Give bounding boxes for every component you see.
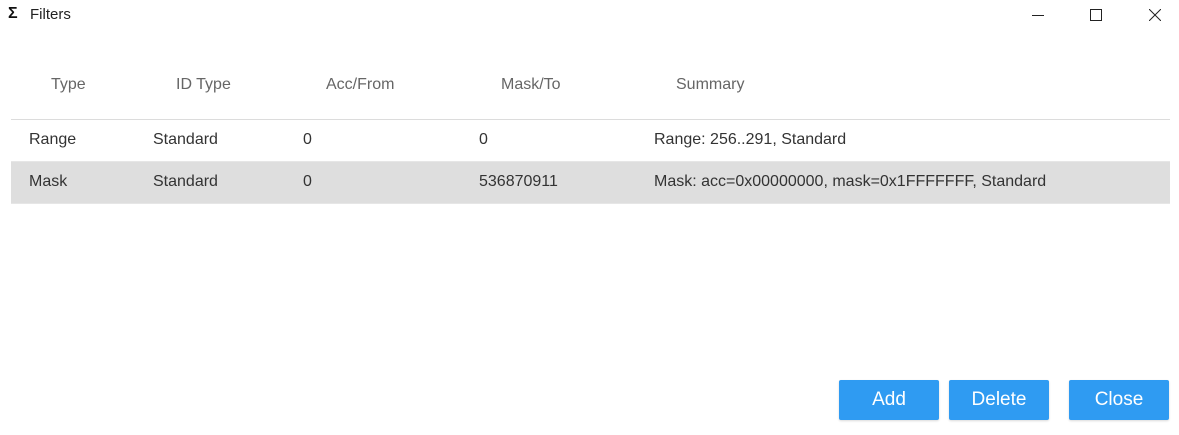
add-button[interactable]: Add [839,380,939,420]
maximize-button[interactable] [1067,0,1125,30]
maximize-icon [1090,9,1102,21]
cell-type: Range [29,131,77,148]
cell-id-type: Standard [153,131,218,148]
window-close-button[interactable] [1126,0,1179,30]
delete-button[interactable]: Delete [949,380,1049,420]
cell-mask-to: 536870911 [479,173,558,190]
table-row[interactable]: Range Standard 0 0 Range: 256..291, Stan… [11,120,1170,162]
cell-id-type: Standard [153,173,218,190]
filters-table: Type ID Type Acc/From Mask/To Summary Ra… [11,56,1170,204]
close-button[interactable]: Close [1069,380,1169,420]
cell-mask-to: 0 [479,131,488,148]
column-header-mask-to[interactable]: Mask/To [501,75,561,95]
cell-acc-from: 0 [303,173,312,190]
minimize-icon [1032,15,1044,16]
sigma-icon: Σ [8,5,18,22]
table-header: Type ID Type Acc/From Mask/To Summary [11,56,1170,120]
close-icon [1149,9,1161,21]
cell-summary: Range: 256..291, Standard [654,131,847,148]
title-bar: Σ Filters [0,0,1179,30]
cell-acc-from: 0 [303,131,312,148]
filters-window: Σ Filters Type ID Type Acc/From Mask/To … [0,0,1179,435]
table-row[interactable]: Mask Standard 0 536870911 Mask: acc=0x00… [11,162,1170,204]
cell-summary: Mask: acc=0x00000000, mask=0x1FFFFFFF, S… [654,173,1047,190]
column-header-id-type[interactable]: ID Type [176,75,231,95]
cell-type: Mask [29,173,68,190]
column-header-type[interactable]: Type [51,75,86,95]
minimize-button[interactable] [1009,0,1067,30]
column-header-acc-from[interactable]: Acc/From [326,75,394,95]
column-header-summary[interactable]: Summary [676,75,744,95]
window-title: Filters [30,6,71,23]
